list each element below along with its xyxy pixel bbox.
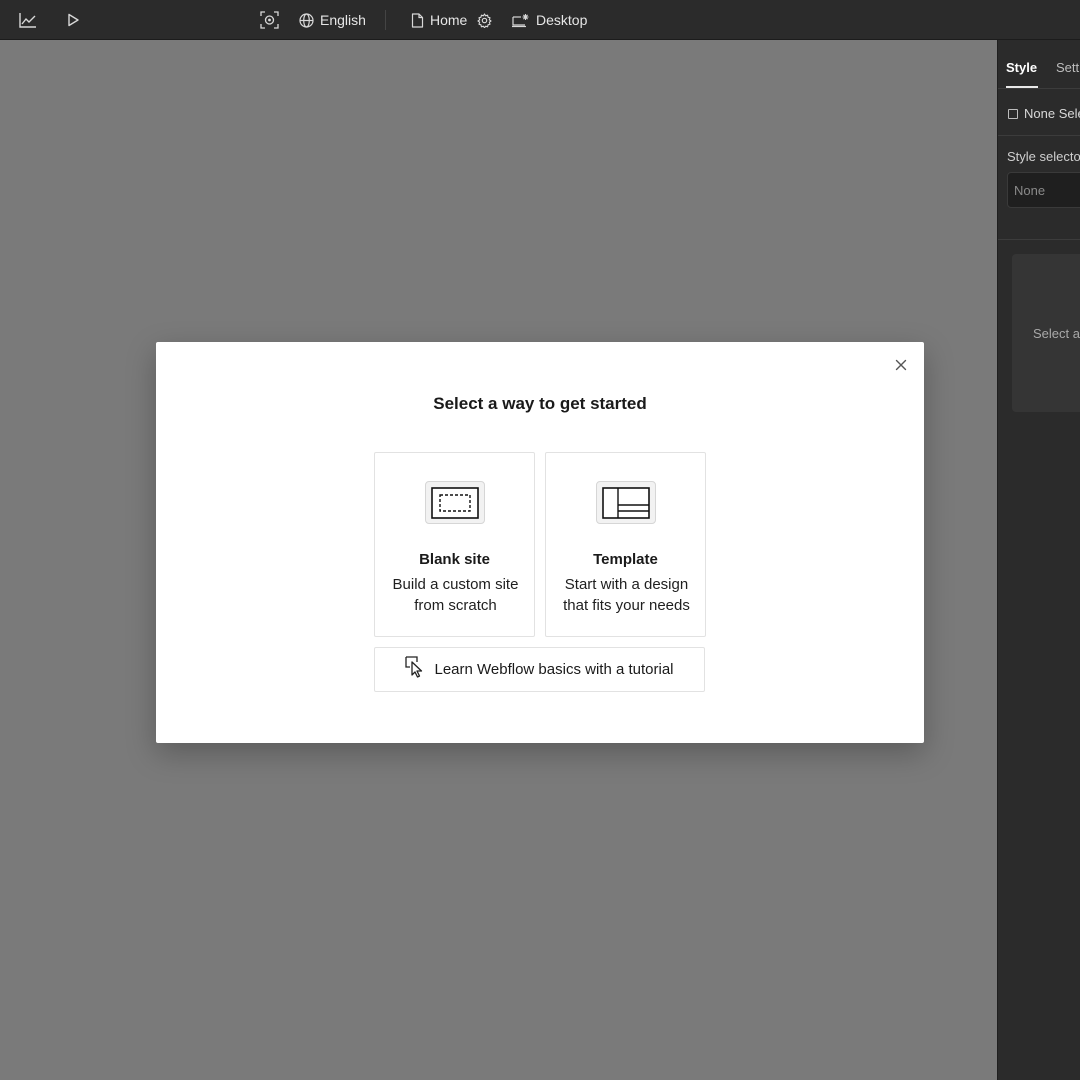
panel-tabs: Style Settings <box>998 40 1080 89</box>
gear-icon <box>477 12 492 28</box>
top-toolbar: English Home Desktop <box>0 0 1080 40</box>
tutorial-button[interactable]: Learn Webflow basics with a tutorial <box>374 647 705 692</box>
template-layout-icon <box>596 481 656 524</box>
cursor-click-icon <box>405 656 425 683</box>
close-button[interactable] <box>893 357 909 373</box>
option-title: Blank site <box>419 551 490 568</box>
option-title: Template <box>593 551 658 568</box>
style-selector-section: Style selector None <box>998 136 1080 240</box>
desktop-breakpoint-icon <box>512 13 530 28</box>
selection-checkbox[interactable]: None Selected <box>1008 106 1080 121</box>
page-label: Home <box>430 12 468 28</box>
locale-label: English <box>320 12 366 28</box>
selection-row: None Selected <box>998 90 1080 136</box>
template-option[interactable]: Template Start with a design that fits y… <box>545 452 706 637</box>
tab-style[interactable]: Style <box>1006 60 1037 75</box>
selection-label: None Selected <box>1024 106 1080 121</box>
play-icon <box>66 13 80 27</box>
line-chart-icon <box>19 12 37 28</box>
checkbox-icon <box>1008 108 1018 119</box>
focus-mode-button[interactable] <box>260 0 279 40</box>
tutorial-label: Learn Webflow basics with a tutorial <box>434 661 674 678</box>
modal-title: Select a way to get started <box>433 394 647 413</box>
focus-target-icon <box>260 11 279 29</box>
page-settings-button[interactable] <box>477 0 492 40</box>
locale-switcher[interactable]: English <box>299 0 366 40</box>
preview-button[interactable] <box>66 0 80 40</box>
style-selector-input[interactable]: None <box>1007 172 1080 208</box>
blank-canvas-icon <box>425 481 485 524</box>
option-description: Build a custom site from scratch <box>392 576 519 614</box>
page-icon <box>411 12 424 28</box>
page-selector[interactable]: Home <box>411 0 467 40</box>
tab-settings[interactable]: Settings <box>1056 60 1080 75</box>
globe-icon <box>299 12 314 28</box>
style-panel: Style Settings None Selected Style selec… <box>997 40 1080 1080</box>
breakpoint-selector[interactable]: Desktop <box>512 0 587 40</box>
empty-state-text: Select an element <box>1033 326 1080 341</box>
close-icon <box>893 359 909 377</box>
style-selector-label: Style selector <box>1007 149 1080 164</box>
get-started-modal: Select a way to get started Blank site B… <box>156 342 924 743</box>
analytics-button[interactable] <box>19 0 37 40</box>
breakpoint-label: Desktop <box>536 12 588 28</box>
blank-site-option[interactable]: Blank site Build a custom site from scra… <box>374 452 535 637</box>
empty-state-card: Select an element <box>1012 254 1080 412</box>
active-tab-indicator <box>1006 86 1038 88</box>
option-description: Start with a design that fits your needs <box>563 576 690 614</box>
toolbar-divider <box>385 10 386 30</box>
